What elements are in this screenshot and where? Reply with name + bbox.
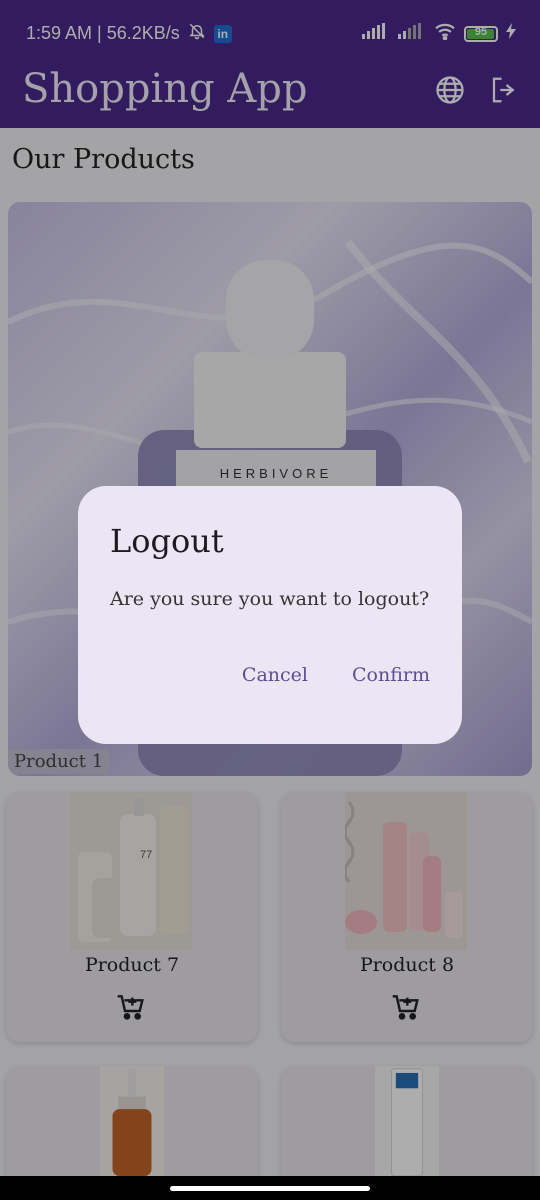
cancel-button[interactable]: Cancel [242,664,308,686]
logout-dialog: Logout Are you sure you want to logout? … [78,486,462,744]
confirm-button[interactable]: Confirm [352,664,430,686]
dialog-title: Logout [110,522,224,560]
navigation-bar [0,1176,540,1200]
dialog-message: Are you sure you want to logout? [110,588,430,610]
home-indicator[interactable] [170,1186,370,1191]
